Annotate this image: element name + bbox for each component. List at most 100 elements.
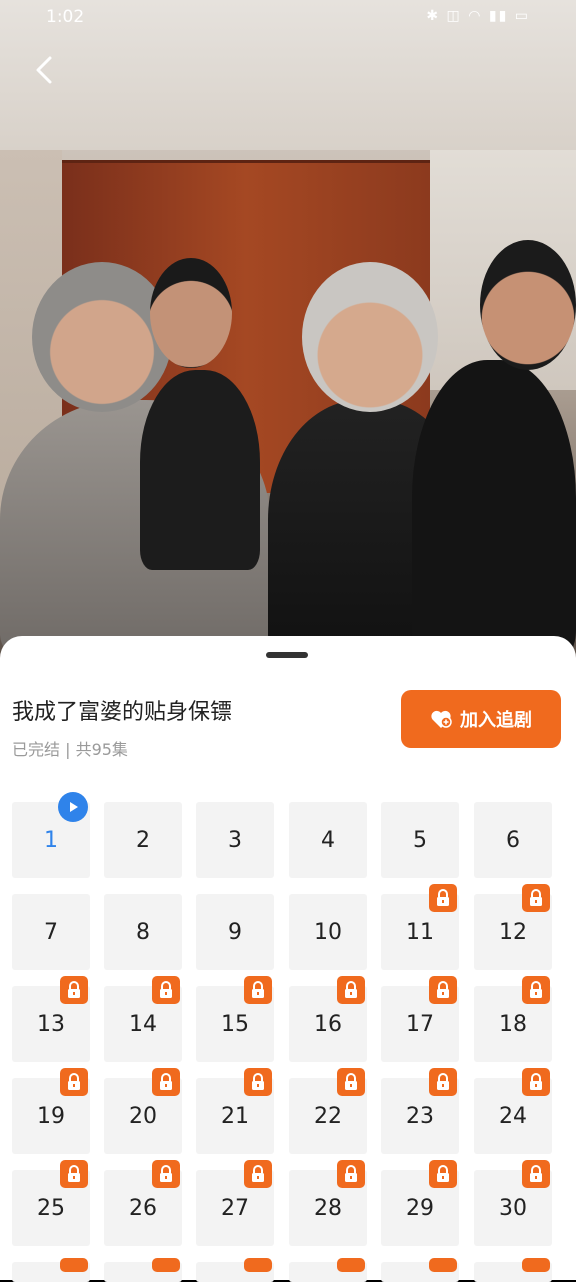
lock-icon xyxy=(152,1160,180,1188)
lock-icon xyxy=(429,976,457,1004)
heart-plus-icon xyxy=(431,710,452,728)
lock-icon xyxy=(244,1160,272,1188)
lock-icon xyxy=(522,1160,550,1188)
scene-person xyxy=(140,370,260,570)
episode-item[interactable]: 19 xyxy=(12,1068,90,1154)
episode-item[interactable]: 13 xyxy=(12,976,90,1062)
lock-icon xyxy=(60,1160,88,1188)
episode-number: 3 xyxy=(228,827,242,853)
show-status: 已完结 | 共95集 xyxy=(12,740,128,759)
episode-item[interactable]: 27 xyxy=(196,1160,274,1246)
episode-item[interactable]: 20 xyxy=(104,1068,182,1154)
episode-number: 17 xyxy=(406,1011,434,1037)
episode-number: 2 xyxy=(136,827,150,853)
episode-sheet: 我成了富婆的贴身保镖 已完结 | 共95集 加入追剧 1 2 3 4 5 6 7 8 9 10 11… xyxy=(0,636,576,1282)
episode-item[interactable] xyxy=(474,1258,552,1282)
episode-number: 7 xyxy=(44,919,58,945)
lock-icon xyxy=(337,1258,365,1272)
lock-icon xyxy=(429,1068,457,1096)
episode-item[interactable]: 11 xyxy=(381,884,459,970)
lock-icon xyxy=(244,1258,272,1272)
episode-number: 20 xyxy=(129,1103,157,1129)
episode-number: 29 xyxy=(406,1195,434,1221)
episode-number: 23 xyxy=(406,1103,434,1129)
lock-icon xyxy=(60,1068,88,1096)
lock-icon xyxy=(152,976,180,1004)
status-bar: 1:02 ✱ ◫ ◠ ▮▮ ▭ xyxy=(0,0,576,36)
episode-number: 16 xyxy=(314,1011,342,1037)
episode-item[interactable]: 17 xyxy=(381,976,459,1062)
lock-icon xyxy=(522,976,550,1004)
episode-number: 15 xyxy=(221,1011,249,1037)
add-to-follow-button[interactable]: 加入追剧 xyxy=(401,690,561,748)
episode-number: 11 xyxy=(406,919,434,945)
episode-item[interactable]: 8 xyxy=(104,894,182,970)
lock-icon xyxy=(60,1258,88,1272)
episode-number: 21 xyxy=(221,1103,249,1129)
episode-item[interactable]: 10 xyxy=(289,894,367,970)
episode-number: 25 xyxy=(37,1195,65,1221)
episode-item[interactable] xyxy=(104,1258,182,1282)
sheet-drag-handle[interactable] xyxy=(266,652,308,658)
play-icon xyxy=(58,792,88,822)
episode-number: 26 xyxy=(129,1195,157,1221)
lock-icon xyxy=(152,1258,180,1272)
episode-number: 28 xyxy=(314,1195,342,1221)
lock-icon xyxy=(244,1068,272,1096)
lock-icon xyxy=(337,976,365,1004)
episode-item[interactable]: 15 xyxy=(196,976,274,1062)
episode-number: 30 xyxy=(499,1195,527,1221)
episode-item[interactable]: 25 xyxy=(12,1160,90,1246)
episode-item[interactable]: 28 xyxy=(289,1160,367,1246)
lock-icon xyxy=(522,884,550,912)
episode-number: 27 xyxy=(221,1195,249,1221)
episode-item[interactable]: 1 xyxy=(12,792,90,878)
episode-item[interactable]: 18 xyxy=(474,976,552,1062)
episode-item[interactable]: 3 xyxy=(196,802,274,878)
episode-item[interactable]: 26 xyxy=(104,1160,182,1246)
lock-icon xyxy=(60,976,88,1004)
episode-item[interactable] xyxy=(196,1258,274,1282)
episode-item[interactable]: 24 xyxy=(474,1068,552,1154)
episode-number: 13 xyxy=(37,1011,65,1037)
episode-number: 12 xyxy=(499,919,527,945)
lock-icon xyxy=(337,1160,365,1188)
episode-item[interactable]: 9 xyxy=(196,894,274,970)
scene-person xyxy=(32,262,172,412)
episode-number: 22 xyxy=(314,1103,342,1129)
episode-number: 8 xyxy=(136,919,150,945)
episode-item[interactable]: 14 xyxy=(104,976,182,1062)
episode-number: 5 xyxy=(413,827,427,853)
episode-item[interactable]: 4 xyxy=(289,802,367,878)
episode-item[interactable]: 30 xyxy=(474,1160,552,1246)
add-to-follow-label: 加入追剧 xyxy=(460,710,532,731)
episode-number: 1 xyxy=(44,827,58,853)
episode-number: 4 xyxy=(321,827,335,853)
episode-number: 19 xyxy=(37,1103,65,1129)
episode-item[interactable]: 12 xyxy=(474,884,552,970)
status-time: 1:02 xyxy=(46,7,85,27)
lock-icon xyxy=(244,976,272,1004)
episode-item[interactable] xyxy=(12,1258,90,1282)
episode-item[interactable] xyxy=(289,1258,367,1282)
episode-item[interactable] xyxy=(381,1258,459,1282)
video-player[interactable]: 1:02 ✱ ◫ ◠ ▮▮ ▭ xyxy=(0,0,576,660)
lock-icon xyxy=(429,1258,457,1272)
episode-item[interactable]: 22 xyxy=(289,1068,367,1154)
episode-item[interactable]: 21 xyxy=(196,1068,274,1154)
episode-item[interactable]: 2 xyxy=(104,802,182,878)
back-button[interactable] xyxy=(26,50,66,90)
scene-person xyxy=(150,258,232,368)
lock-icon xyxy=(429,884,457,912)
lock-icon xyxy=(522,1258,550,1272)
episode-item[interactable]: 23 xyxy=(381,1068,459,1154)
scene-person xyxy=(302,262,438,412)
episode-item[interactable]: 6 xyxy=(474,802,552,878)
episode-number: 18 xyxy=(499,1011,527,1037)
episode-number: 10 xyxy=(314,919,342,945)
episode-number: 9 xyxy=(228,919,242,945)
episode-item[interactable]: 16 xyxy=(289,976,367,1062)
episode-item[interactable]: 7 xyxy=(12,894,90,970)
episode-item[interactable]: 29 xyxy=(381,1160,459,1246)
episode-item[interactable]: 5 xyxy=(381,802,459,878)
